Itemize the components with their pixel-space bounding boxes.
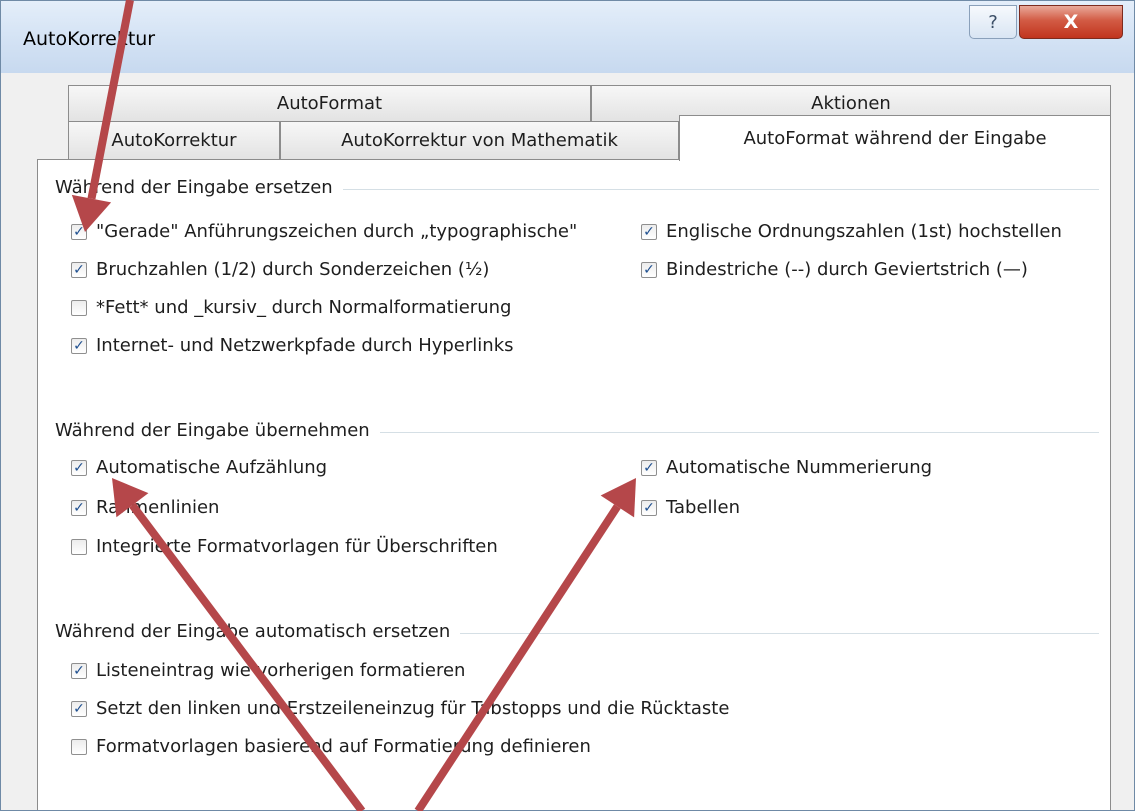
checkbox[interactable]: ✓ [641,223,657,240]
option-ordinals[interactable]: ✓ Englische Ordnungszahlen (1st) hochste… [641,221,1062,242]
title-bar: AutoKorrektur ? X [1,1,1134,73]
option-label: Bindestriche (--) durch Geviertstrich (—… [666,259,1028,280]
tab-autoformat[interactable]: AutoFormat [68,85,591,121]
checkbox[interactable]: ✓ [71,459,87,476]
checkbox[interactable]: ✓ [71,662,87,679]
option-smart-quotes[interactable]: ✓ "Gerade" Anführungszeichen durch „typo… [71,221,577,242]
option-auto-numbering[interactable]: ✓ Automatische Nummerierung [641,457,932,478]
option-bold-italic[interactable]: *Fett* und _kursiv_ durch Normalformatie… [71,297,511,318]
option-label: Automatische Nummerierung [666,457,933,478]
option-label: *Fett* und _kursiv_ durch Normalformatie… [96,297,512,318]
checkbox[interactable] [71,538,87,555]
option-dashes[interactable]: ✓ Bindestriche (--) durch Geviertstrich … [641,259,1028,280]
option-fractions[interactable]: ✓ Bruchzahlen (1/2) durch Sonderzeichen … [71,259,489,280]
tab-label: AutoKorrektur [111,130,237,151]
tab-label: AutoKorrektur von Mathematik [341,130,618,151]
checkbox[interactable] [71,299,87,316]
tab-autokorrektur-mathematik[interactable]: AutoKorrektur von Mathematik [280,121,679,159]
tab-autokorrektur[interactable]: AutoKorrektur [68,121,280,159]
option-auto-bullets[interactable]: ✓ Automatische Aufzählung [71,457,327,478]
tab-autoformat-eingabe[interactable]: AutoFormat während der Eingabe [679,115,1111,161]
checkbox[interactable] [71,738,87,755]
group-title-apply: Während der Eingabe übernehmen [55,420,380,441]
option-label: Tabellen [666,497,741,518]
checkbox[interactable]: ✓ [71,223,87,240]
autokorrektur-dialog: AutoKorrektur ? X AutoFormat Aktionen Au… [0,0,1135,811]
option-label: Integrierte Formatvorlagen für Überschri… [96,536,498,557]
option-label: Formatvorlagen basierend auf Formatierun… [96,736,591,757]
option-label: "Gerade" Anführungszeichen durch „typogr… [96,221,578,242]
option-label: Setzt den linken und Erstzeileneinzug fü… [96,698,730,719]
help-icon: ? [988,11,998,33]
option-borders[interactable]: ✓ Rahmenlinien [71,497,219,518]
window-title: AutoKorrektur [23,28,156,50]
option-label: Englische Ordnungszahlen (1st) hochstell… [666,221,1062,242]
checkbox[interactable]: ✓ [641,459,657,476]
help-button[interactable]: ? [969,5,1017,39]
checkbox[interactable]: ✓ [71,261,87,278]
tab-label: AutoFormat während der Eingabe [743,128,1047,149]
option-indent-tabs[interactable]: ✓ Setzt den linken und Erstzeileneinzug … [71,698,729,719]
option-label: Bruchzahlen (1/2) durch Sonderzeichen (½… [96,259,490,280]
tab-label: Aktionen [811,93,891,114]
checkbox[interactable]: ✓ [71,499,87,516]
option-list-entry[interactable]: ✓ Listeneintrag wie vorherigen formatier… [71,660,465,681]
checkbox[interactable]: ✓ [641,499,657,516]
option-hyperlinks[interactable]: ✓ Internet- und Netzwerkpfade durch Hype… [71,335,514,356]
option-heading-styles[interactable]: Integrierte Formatvorlagen für Überschri… [71,536,498,557]
checkbox[interactable]: ✓ [71,700,87,717]
tab-label: AutoFormat [276,93,383,114]
close-icon: X [1063,11,1079,33]
option-define-styles[interactable]: Formatvorlagen basierend auf Formatierun… [71,736,591,757]
group-title-auto: Während der Eingabe automatisch ersetzen [55,621,461,642]
option-label: Listeneintrag wie vorherigen formatieren [96,660,466,681]
option-tables[interactable]: ✓ Tabellen [641,497,740,518]
group-title-replace: Während der Eingabe ersetzen [55,177,343,198]
option-label: Rahmenlinien [96,497,220,518]
checkbox[interactable]: ✓ [71,337,87,354]
checkbox[interactable]: ✓ [641,261,657,278]
close-button[interactable]: X [1019,5,1123,39]
option-label: Automatische Aufzählung [96,457,328,478]
option-label: Internet- und Netzwerkpfade durch Hyperl… [96,335,514,356]
